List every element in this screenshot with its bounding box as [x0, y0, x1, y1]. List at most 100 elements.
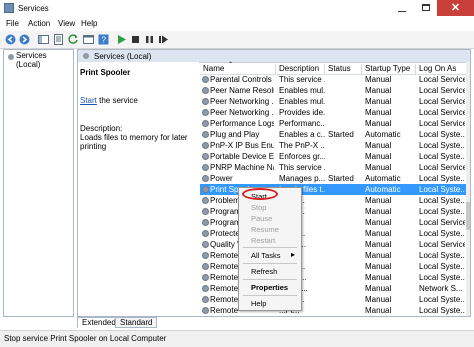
cell-status: Started	[328, 174, 354, 183]
table-row[interactable]: Portable Device E... Enforces gr... Manual…	[200, 151, 466, 162]
restart-service-button[interactable]	[158, 34, 169, 45]
cell-startup: Manual	[365, 251, 392, 260]
cell-startup: Automatic	[365, 174, 401, 183]
start-service-link[interactable]: Start	[80, 96, 97, 105]
cell-description: This service ...	[279, 75, 325, 84]
table-row[interactable]: PnP-X IP Bus Enu... The PnP-X ... Manual Lo…	[200, 140, 466, 151]
cell-logon: Local Syste...	[419, 295, 465, 304]
service-gear-icon	[202, 98, 209, 105]
properties-button[interactable]	[53, 34, 64, 45]
minimize-button[interactable]	[390, 0, 414, 16]
console-tree-button[interactable]	[38, 34, 49, 45]
cell-logon: Network S...	[419, 284, 463, 293]
table-row[interactable]: Peer Networking ... Enables mul... Manual L…	[200, 96, 466, 107]
cell-startup: Manual	[365, 119, 392, 128]
column-header-name[interactable]: ⌃ Name	[200, 62, 276, 74]
start-service-button[interactable]	[116, 34, 127, 45]
cell-description: This service ...	[279, 163, 325, 172]
refresh-button[interactable]	[68, 34, 79, 45]
service-gear-icon	[202, 241, 209, 248]
menu-view[interactable]: View	[58, 19, 75, 28]
window-title: Services	[18, 4, 49, 13]
menu-separator	[243, 279, 297, 280]
cell-logon: Local Syste...	[419, 152, 465, 161]
service-gear-icon	[202, 109, 209, 116]
selected-service-name: Print Spooler	[80, 68, 131, 77]
cell-name: PnP-X IP Bus Enu...	[210, 141, 274, 150]
table-row[interactable]: Plug and Play Enables a c... Started Automa…	[200, 129, 466, 140]
menu-bar: File Action View Help	[0, 17, 474, 31]
table-row[interactable]: Performance Logs... Performanc... Manual Lo…	[200, 118, 466, 129]
table-row[interactable]: Peer Networking ... Provides ide... Manual…	[200, 107, 466, 118]
pause-service-button[interactable]	[144, 34, 155, 45]
table-row[interactable]: Parental Controls This service ... Manual L…	[200, 74, 466, 85]
cell-startup: Manual	[365, 240, 392, 249]
cell-logon: Local Syste...	[419, 185, 465, 194]
service-gear-icon	[202, 307, 209, 314]
tree-node-services-local[interactable]: Services (Local)	[7, 51, 73, 69]
cell-logon: Local Service	[419, 75, 465, 84]
menu-action[interactable]: Action	[28, 19, 50, 28]
context-menu-all-tasks[interactable]: All Tasks	[251, 251, 280, 260]
title-bar: Services ✕	[0, 0, 474, 18]
refresh-icon	[68, 34, 78, 44]
forward-button[interactable]	[19, 34, 30, 45]
cell-logon: Local Service	[419, 97, 465, 106]
submenu-arrow-icon: ▸	[291, 250, 296, 259]
view-tabs: Extended Standard	[77, 317, 277, 329]
table-row[interactable]: Peer Name Resolu... Enables mul... Manual L…	[200, 85, 466, 96]
cell-logon: Local Service	[419, 86, 465, 95]
service-gear-icon	[202, 230, 209, 237]
console-tree-pane: Services (Local)	[3, 49, 74, 317]
menu-help[interactable]: Help	[81, 19, 97, 28]
cell-description: Provides ide...	[279, 108, 325, 117]
status-bar: Stop service Print Spooler on Local Comp…	[0, 330, 474, 347]
cell-description: Performanc...	[279, 119, 325, 128]
gear-icon	[8, 54, 14, 60]
cell-logon: Local Syste...	[419, 207, 465, 216]
cell-startup: Manual	[365, 284, 392, 293]
vertical-scrollbar[interactable]	[466, 62, 470, 316]
service-gear-icon	[202, 208, 209, 215]
column-header-status[interactable]: Status	[325, 64, 362, 74]
cell-name: Plug and Play	[210, 130, 260, 139]
service-gear-icon	[202, 219, 209, 226]
cell-startup: Manual	[365, 97, 392, 106]
column-header-description[interactable]: Description	[276, 64, 325, 74]
stop-service-icon	[132, 36, 139, 43]
tab-standard[interactable]: Standard	[115, 317, 158, 328]
pane-header-label: Services (Local)	[94, 52, 152, 61]
export-button[interactable]	[83, 34, 94, 45]
close-button[interactable]: ✕	[437, 0, 474, 16]
column-header-log-on-as[interactable]: Log On As	[416, 64, 466, 74]
cell-description: The PnP-X ...	[279, 141, 325, 150]
service-gear-icon	[202, 164, 209, 171]
stop-service-button[interactable]	[130, 34, 141, 45]
svg-text:?: ?	[102, 36, 107, 45]
cell-name: Peer Networking ...	[210, 97, 274, 106]
description-text: Loads files to memory for later printing	[80, 133, 188, 151]
context-menu-refresh[interactable]: Refresh	[251, 267, 277, 276]
cell-startup: Manual	[365, 75, 392, 84]
context-menu-properties[interactable]: Properties	[251, 283, 288, 292]
cell-status: Started	[328, 130, 354, 139]
maximize-icon	[422, 4, 430, 11]
context-menu-help[interactable]: Help	[251, 299, 266, 308]
column-header-startup-type[interactable]: Startup Type	[362, 64, 416, 74]
toolbar: ?	[0, 31, 474, 49]
cell-logon: Local Syste...	[419, 262, 465, 271]
table-row[interactable]: PNRP Machine Na... This service ... Manual…	[200, 162, 466, 173]
cell-name: Peer Name Resolu...	[210, 86, 274, 95]
scrollbar-thumb[interactable]	[466, 202, 470, 230]
service-gear-icon	[202, 296, 209, 303]
cell-logon: Local Service	[419, 119, 465, 128]
maximize-button[interactable]	[414, 0, 438, 16]
help-button[interactable]: ?	[98, 34, 109, 45]
export-icon	[83, 35, 94, 44]
cell-logon: Local Service	[419, 108, 465, 117]
back-button[interactable]	[5, 34, 16, 45]
table-row[interactable]: Power Manages p... Started Automatic Local S…	[200, 173, 466, 184]
help-icon: ?	[98, 34, 109, 45]
service-gear-icon	[202, 263, 209, 270]
menu-file[interactable]: File	[6, 19, 19, 28]
